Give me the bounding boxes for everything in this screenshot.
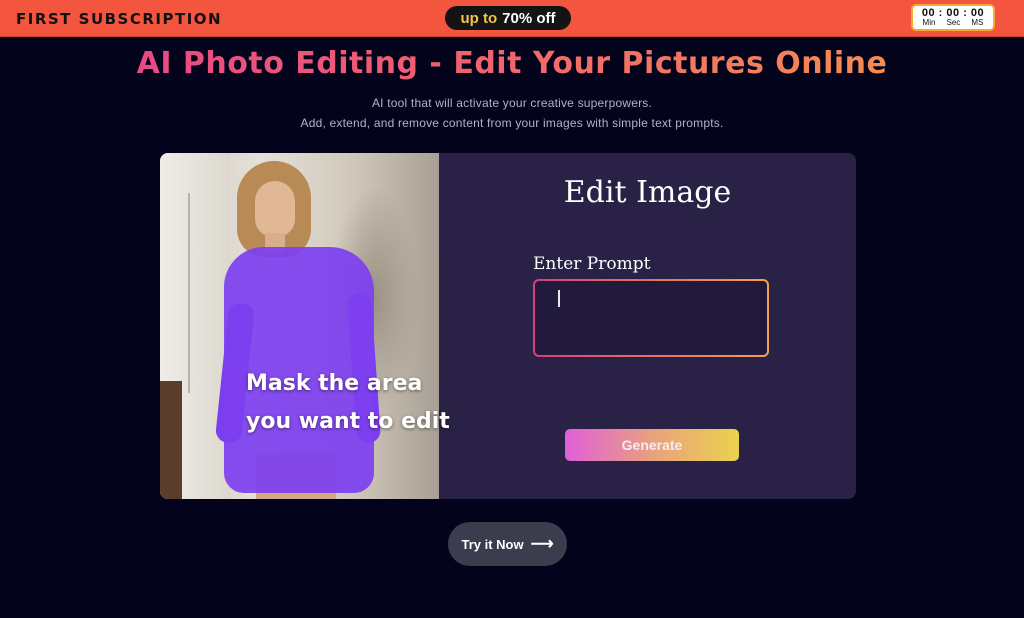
timer-unit-ms: MS: [971, 18, 984, 27]
timer-units: Min Sec MS: [913, 18, 993, 27]
mask-caption-line-2: you want to edit: [246, 409, 450, 434]
discount-pill[interactable]: up to 70% off: [445, 6, 571, 30]
text-cursor: [558, 290, 560, 307]
try-it-now-button[interactable]: Try it Now ⟶: [448, 522, 567, 566]
promo-bar: FIRST SUBSCRIPTION up to 70% off 00 : 00…: [0, 0, 1024, 37]
edit-image-title: Edit Image: [563, 175, 732, 210]
prompt-label: Enter Prompt: [533, 254, 651, 274]
timer-unit-sec: Sec: [946, 18, 961, 27]
subtitle-line-2: Add, extend, and remove content from you…: [300, 116, 724, 130]
mask-caption: Mask the area you want to edit: [246, 365, 476, 441]
discount-prefix: up to: [460, 9, 498, 27]
prompt-field-border: [533, 279, 769, 357]
demo-panel: Mask the area you want to edit Edit Imag…: [160, 153, 856, 499]
promo-title: FIRST SUBSCRIPTION: [16, 10, 223, 28]
photo-dresser: [160, 381, 182, 499]
mask-caption-line-1: Mask the area: [246, 371, 423, 396]
subtitle-line-1: AI tool that will activate your creative…: [371, 96, 653, 110]
prompt-input[interactable]: [535, 281, 767, 355]
photo-face: [255, 181, 295, 237]
timer-unit-min: Min: [922, 18, 936, 27]
photo-window-frame: [188, 193, 190, 393]
page-title: AI Photo Editing - Edit Your Pictures On…: [0, 46, 1024, 81]
countdown-timer: 00 : 00 : 00 Min Sec MS: [911, 4, 995, 31]
discount-value: 70% off: [502, 9, 556, 27]
demo-photo: [160, 153, 439, 499]
try-it-now-label: Try it Now: [461, 536, 524, 552]
arrow-right-icon: ⟶: [530, 536, 554, 553]
generate-button[interactable]: Generate: [565, 429, 739, 461]
